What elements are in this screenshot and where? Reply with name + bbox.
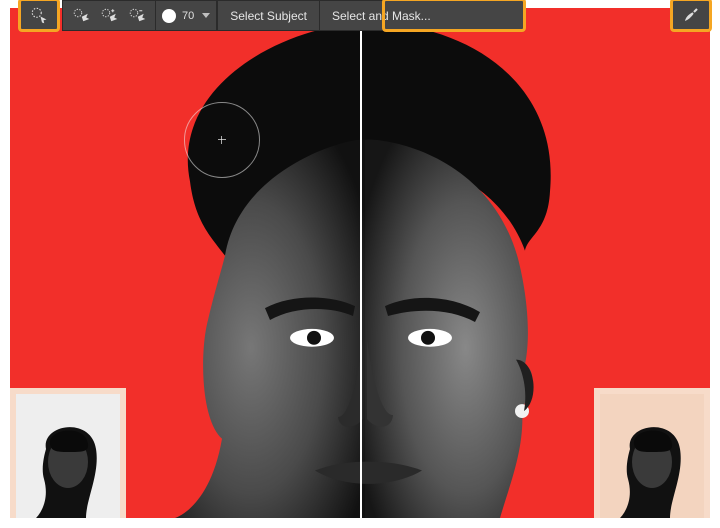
options-toolbar: 70 Select Subject Select and Mask... — [62, 0, 524, 31]
quick-selection-icon — [30, 6, 48, 24]
canvas-area[interactable] — [10, 8, 710, 518]
chevron-down-icon — [202, 13, 210, 18]
brush-size-control[interactable]: 70 — [156, 1, 217, 30]
quick-selection-tool-button[interactable] — [20, 0, 58, 30]
select-subject-label: Select Subject — [230, 9, 307, 23]
after-thumbnail[interactable] — [594, 388, 710, 518]
new-selection-brush-icon — [72, 7, 90, 25]
brush-preset-icon — [162, 9, 176, 23]
subtract-from-selection-button[interactable] — [125, 5, 149, 27]
add-to-selection-brush-icon — [100, 7, 118, 25]
refine-edge-brush-button[interactable] — [672, 0, 710, 30]
new-selection-button[interactable] — [69, 5, 93, 27]
add-to-selection-button[interactable] — [97, 5, 121, 27]
select-subject-button[interactable]: Select Subject — [218, 1, 319, 30]
portrait-image — [130, 23, 600, 518]
comparison-divider — [360, 8, 362, 518]
subtract-from-selection-brush-icon — [128, 7, 146, 25]
before-thumbnail[interactable] — [10, 388, 126, 518]
select-and-mask-button[interactable]: Select and Mask... — [320, 1, 443, 30]
brush-size-value: 70 — [182, 10, 194, 22]
select-and-mask-label: Select and Mask... — [332, 9, 431, 23]
refine-edge-brush-icon — [682, 6, 700, 24]
